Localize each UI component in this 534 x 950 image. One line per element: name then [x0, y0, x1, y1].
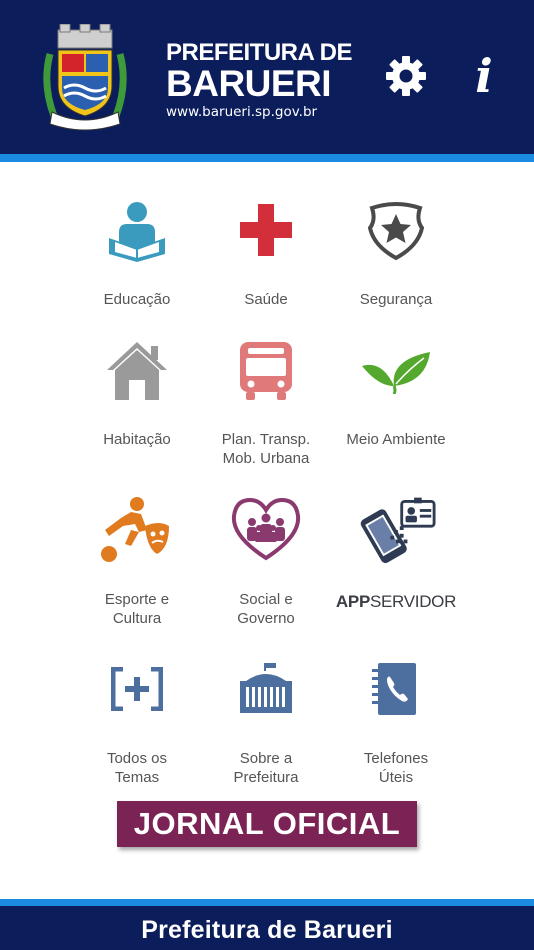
tile-esporte-cultura[interactable]: Esporte e Cultura: [62, 490, 212, 628]
tile-sobre-a-prefeitura[interactable]: Sobre a Prefeitura: [191, 649, 341, 787]
info-button[interactable]: i: [462, 50, 506, 102]
app-servidor-label-bold: APP: [335, 592, 370, 611]
tile-label: Segurança: [359, 291, 433, 308]
app-servidor-label: APPSERVIDOR: [336, 592, 456, 612]
jornal-oficial-label: JORNAL OFICIAL: [133, 806, 401, 841]
tile-habitacao[interactable]: Habitação: [62, 330, 212, 449]
tile-label: Habitação: [103, 431, 171, 448]
tile-label: Telefones Úteis: [363, 750, 429, 786]
tile-label: Todos os Temas: [106, 750, 168, 786]
app-footer: Prefeitura de Barueri: [0, 899, 534, 950]
city-hall-icon: [226, 649, 306, 729]
tile-educacao[interactable]: Educação: [62, 190, 212, 309]
city-crest-logo: [40, 23, 130, 132]
tile-seguranca[interactable]: Segurança: [321, 190, 471, 309]
settings-button[interactable]: [384, 54, 428, 98]
phone-book-icon: [356, 649, 436, 729]
tile-label: Saúde: [244, 291, 288, 308]
tile-todos-os-temas[interactable]: Todos os Temas: [62, 649, 212, 787]
bus-icon: [226, 330, 306, 410]
gear-icon: [386, 56, 426, 96]
tile-meio-ambiente[interactable]: Meio Ambiente: [321, 330, 471, 449]
leaves-icon: [356, 330, 436, 410]
tile-label: Plan. Transp. Mob. Urbana: [221, 431, 311, 467]
tile-label: Educação: [103, 291, 171, 308]
brand-title-line2: BARUERI: [166, 63, 332, 104]
sport-culture-icon: [97, 490, 177, 570]
police-badge-icon: [356, 190, 436, 270]
red-cross-icon: [226, 190, 306, 270]
tile-app-servidor[interactable]: APPSERVIDOR: [321, 490, 471, 612]
tile-label: Meio Ambiente: [346, 431, 446, 448]
tile-telefones-uteis[interactable]: Telefones Úteis: [321, 649, 471, 787]
house-icon: [97, 330, 177, 410]
jornal-oficial-button[interactable]: JORNAL OFICIAL: [117, 801, 417, 847]
tile-label: Sobre a Prefeitura: [233, 750, 299, 786]
bracket-plus-icon: [97, 649, 177, 729]
tile-transporte[interactable]: Plan. Transp. Mob. Urbana: [191, 330, 341, 468]
tile-social-governo[interactable]: Social e Governo: [191, 490, 341, 628]
tile-label: Esporte e Cultura: [104, 591, 170, 627]
app-servidor-label-rest: SERVIDOR: [369, 592, 457, 611]
info-icon: i: [475, 49, 493, 103]
app-header: PREFEITURA DE BARUERI www.barueri.sp.gov…: [0, 0, 534, 162]
reading-person-icon: [97, 190, 177, 270]
brand-block: PREFEITURA DE BARUERI www.barueri.sp.gov…: [166, 40, 352, 122]
brand-url: www.barueri.sp.gov.br: [166, 104, 318, 120]
phone-badge-icon: [356, 490, 436, 570]
social-heart-icon: [226, 490, 306, 570]
footer-accent-stripe: [0, 899, 534, 906]
footer-title: Prefeitura de Barueri: [141, 916, 393, 944]
header-accent-stripe: [0, 154, 534, 162]
tile-label: Social e Governo: [237, 591, 295, 627]
tile-saude[interactable]: Saúde: [191, 190, 341, 309]
